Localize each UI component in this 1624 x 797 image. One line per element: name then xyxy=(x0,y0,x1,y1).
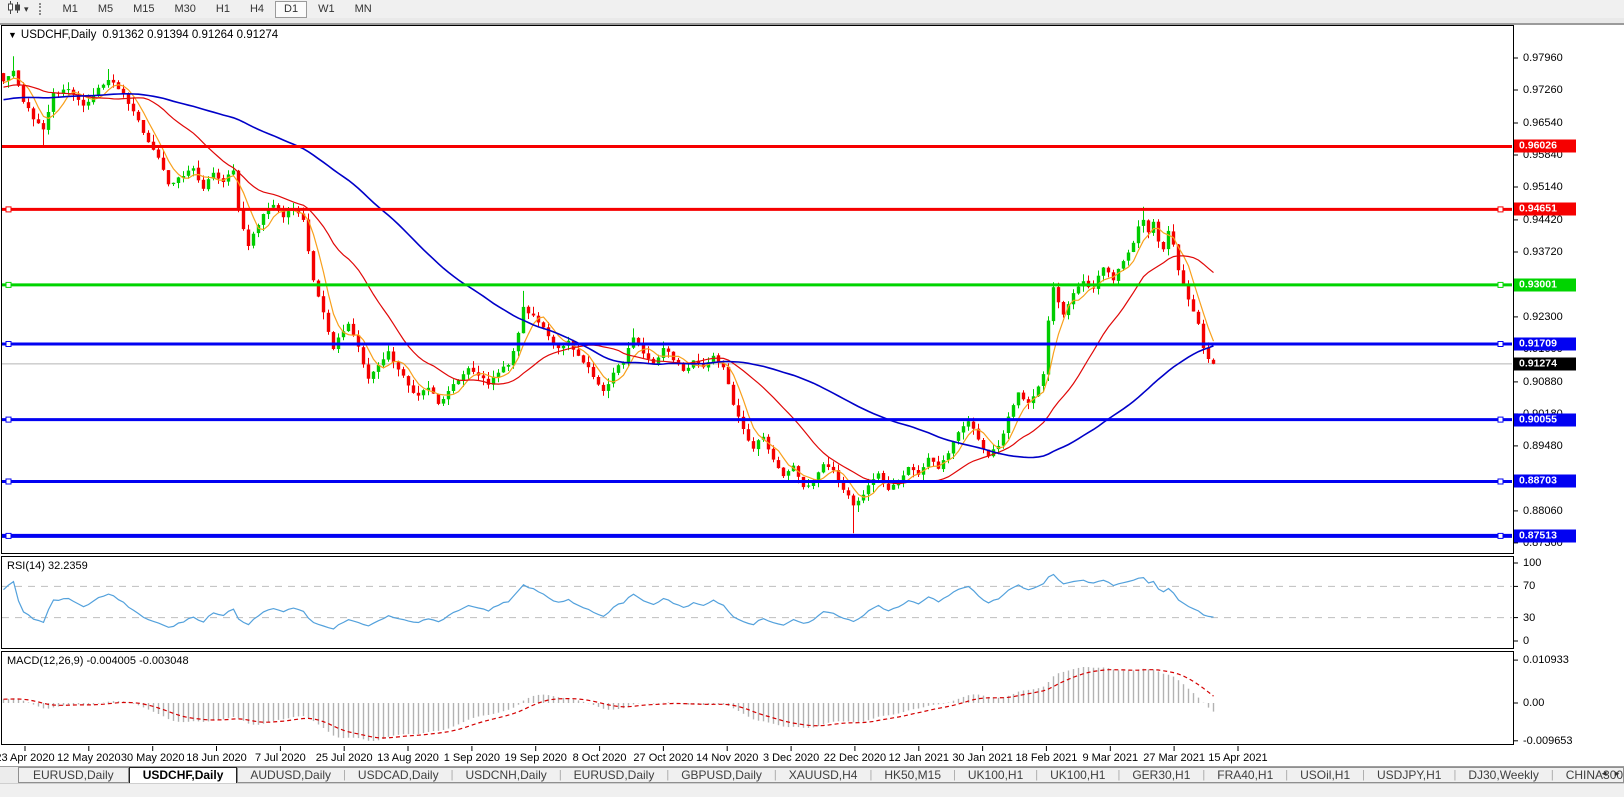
price-tick-label: 0.91600 xyxy=(1523,343,1563,355)
macd-tick-label: 0.010933 xyxy=(1523,654,1569,666)
macd-tick-label: 0.00 xyxy=(1523,697,1544,709)
date-label: 14 Nov 2020 xyxy=(682,752,772,764)
date-label: 30 Jan 2021 xyxy=(938,752,1028,764)
price-tick-label: 0.90880 xyxy=(1523,376,1563,388)
date-label: 27 Oct 2020 xyxy=(618,752,708,764)
timeframe-m15-button[interactable]: M15 xyxy=(124,1,163,18)
timeframe-d1-button[interactable]: D1 xyxy=(275,1,307,18)
chart-tab-group: AUDUSD,Daily|USDCAD,Daily|USDCNH,Daily|E… xyxy=(237,767,1624,783)
date-label: 25 Jul 2020 xyxy=(299,752,389,764)
date-label: 12 May 2020 xyxy=(44,752,134,764)
chart-tabs-bar: EURUSD,DailyUSDCHF,DailyAUDUSD,Daily|USD… xyxy=(0,766,1624,783)
chart-type-tool[interactable]: ▾ xyxy=(4,1,32,17)
timeframe-m1-button[interactable]: M1 xyxy=(54,1,87,18)
timeframe-w1-button[interactable]: W1 xyxy=(309,1,344,18)
chart-tab-hk50-m15[interactable]: HK50,M15 xyxy=(872,768,953,782)
rsi-indicator-pane[interactable] xyxy=(1,556,1514,649)
chevron-down-icon: ▾ xyxy=(24,4,29,15)
rsi-tick-label: 70 xyxy=(1523,580,1535,592)
chart-tab-eurusd-daily[interactable]: EURUSD,Daily xyxy=(562,768,667,782)
price-tick-label: 0.94420 xyxy=(1523,214,1563,226)
price-tick-label: 0.95140 xyxy=(1523,181,1563,193)
date-label: 23 Apr 2020 xyxy=(0,752,70,764)
toolbar-grip[interactable] xyxy=(39,3,45,15)
price-tick-label: 0.97960 xyxy=(1523,52,1563,64)
price-tick-label: 0.89480 xyxy=(1523,440,1563,452)
price-tick-label: 0.93020 xyxy=(1523,278,1563,290)
chart-tab-usdcnh-daily[interactable]: USDCNH,Daily xyxy=(453,768,558,782)
chart-tab-active-usdchf-daily[interactable]: USDCHF,Daily xyxy=(129,767,238,783)
price-tick-label: 0.87360 xyxy=(1523,537,1563,549)
chart-tab-dj30-weekly[interactable]: DJ30,Weekly xyxy=(1456,768,1550,782)
date-label: 18 Feb 2021 xyxy=(1001,752,1091,764)
timeframe-h4-button[interactable]: H4 xyxy=(241,1,273,18)
date-label: 27 Mar 2021 xyxy=(1129,752,1219,764)
chart-tab-fra40-h1[interactable]: FRA40,H1 xyxy=(1205,768,1285,782)
chart-tab-usoil-h1[interactable]: USOil,H1 xyxy=(1288,768,1362,782)
timeframe-m30-button[interactable]: M30 xyxy=(166,1,205,18)
chart-tab-usdcad-daily[interactable]: USDCAD,Daily xyxy=(346,768,451,782)
window-splitter[interactable] xyxy=(0,18,1624,25)
chart-tab-uk100-h1[interactable]: UK100,H1 xyxy=(956,768,1035,782)
chart-tab-eurusd-daily[interactable]: EURUSD,Daily xyxy=(18,767,129,783)
date-label: 18 Jun 2020 xyxy=(172,752,262,764)
date-label: 9 Mar 2021 xyxy=(1065,752,1155,764)
hline-price-tag: 0.90055 xyxy=(1514,413,1576,426)
timeframe-buttons: M1M5M15M30H1H4D1W1MN xyxy=(54,1,381,18)
price-tick-label: 0.96540 xyxy=(1523,117,1563,129)
tab-scroll-right-button[interactable]: ► xyxy=(1613,769,1621,778)
price-tick-label: 0.88060 xyxy=(1523,505,1563,517)
macd-indicator-pane[interactable] xyxy=(1,651,1514,745)
price-chart-pane[interactable] xyxy=(1,25,1514,554)
price-tick-label: 0.93720 xyxy=(1523,246,1563,258)
rsi-tick-label: 100 xyxy=(1523,557,1541,569)
status-strip xyxy=(0,783,1624,797)
date-label: 8 Oct 2020 xyxy=(555,752,645,764)
trading-terminal-window: ▾ M1M5M15M30H1H4D1W1MN ▼USDCHF,Daily0.91… xyxy=(0,0,1624,797)
date-label: 12 Jan 2021 xyxy=(874,752,964,764)
chart-tab-ger30-h1[interactable]: GER30,H1 xyxy=(1120,768,1202,782)
tab-scroll-left-button[interactable]: ◄ xyxy=(1600,769,1608,778)
timeframe-h1-button[interactable]: H1 xyxy=(207,1,239,18)
chart-tab-xauusd-h4[interactable]: XAUUSD,H4 xyxy=(777,768,870,782)
price-tick-label: 0.95840 xyxy=(1523,149,1563,161)
hline-price-tag: 0.88703 xyxy=(1514,475,1576,488)
price-tick-label: 0.90180 xyxy=(1523,408,1563,420)
date-label: 3 Dec 2020 xyxy=(746,752,836,764)
macd-tick-label: -0.009653 xyxy=(1523,735,1573,747)
date-label: 19 Sep 2020 xyxy=(491,752,581,764)
date-label: 1 Sep 2020 xyxy=(427,752,517,764)
chart-tab-audusd-daily[interactable]: AUDUSD,Daily xyxy=(238,768,343,782)
hline-price-tag: 0.91709 xyxy=(1514,337,1576,350)
chart-tab-gbpusd-daily[interactable]: GBPUSD,Daily xyxy=(669,768,774,782)
price-tick-label: 0.97260 xyxy=(1523,84,1563,96)
price-tick-label: 0.92300 xyxy=(1523,311,1563,323)
timeframe-m5-button[interactable]: M5 xyxy=(89,1,122,18)
price-tick-label: 0.88760 xyxy=(1523,473,1563,485)
rsi-tick-label: 0 xyxy=(1523,635,1529,647)
candlestick-chart-icon xyxy=(7,1,22,17)
date-label: 13 Aug 2020 xyxy=(363,752,453,764)
timeframe-mn-button[interactable]: MN xyxy=(346,1,381,18)
chart-tab-uk100-h1[interactable]: UK100,H1 xyxy=(1038,768,1117,782)
date-label: 15 Apr 2021 xyxy=(1193,752,1283,764)
tab-scroll-controls: ◄ ► xyxy=(1600,769,1621,778)
date-label: 30 May 2020 xyxy=(108,752,198,764)
hline-price-tag: 0.87513 xyxy=(1514,529,1576,542)
hline-price-tag: 0.94651 xyxy=(1514,203,1576,216)
timeframe-toolbar: ▾ M1M5M15M30H1H4D1W1MN xyxy=(0,0,1624,18)
hline-price-tag: 0.93001 xyxy=(1514,278,1576,291)
hline-price-tag: 0.96026 xyxy=(1514,140,1576,153)
chart-tab-usdjpy-h1[interactable]: USDJPY,H1 xyxy=(1365,768,1453,782)
date-label: 7 Jul 2020 xyxy=(235,752,325,764)
current-price-tag: 0.91274 xyxy=(1514,357,1576,370)
date-label: 22 Dec 2020 xyxy=(810,752,900,764)
rsi-tick-label: 30 xyxy=(1523,612,1535,624)
